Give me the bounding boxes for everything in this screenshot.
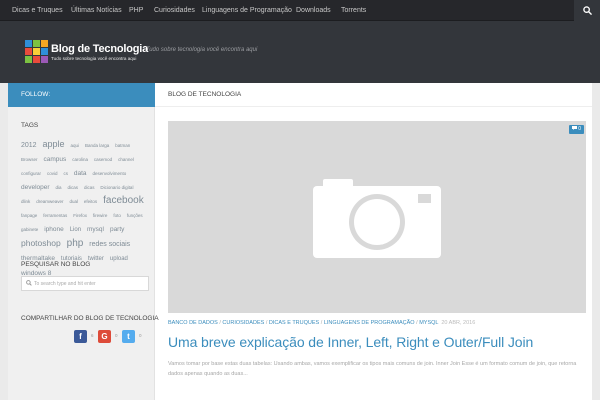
tag-link[interactable]: Banda larga: [85, 143, 109, 148]
sidebar: FOLLOW: TAGS 2012 apple aqui Banda larga…: [8, 83, 159, 400]
post-category[interactable]: BANCO DE DADOS: [168, 320, 218, 326]
post-title[interactable]: Uma breve explicação de Inner, Left, Rig…: [168, 334, 533, 350]
content-wrapper: FOLLOW: TAGS 2012 apple aqui Banda larga…: [8, 83, 592, 400]
tag-link[interactable]: iphone: [44, 226, 64, 233]
comment-icon: [571, 126, 577, 131]
main-heading-bar: BLOG DE TECNOLOGIA: [155, 83, 592, 107]
twitter-share-button[interactable]: t: [122, 330, 135, 343]
post-excerpt: Vamos tomar por base estas duas tabelas:…: [168, 361, 577, 377]
tag-link[interactable]: campus: [43, 156, 66, 163]
facebook-share-count: 6: [91, 333, 94, 338]
site-tagline: Tudo sobre tecnologia você encontra aqui: [146, 47, 258, 53]
brand-title[interactable]: Blog de Tecnologia: [51, 43, 148, 55]
tag-link[interactable]: dicas: [84, 185, 95, 190]
tag-link[interactable]: developer: [21, 184, 50, 191]
tag-link[interactable]: dia: [56, 185, 62, 190]
follow-bar: FOLLOW:: [8, 83, 155, 107]
tag-link[interactable]: Firefox: [73, 213, 87, 218]
tag-link[interactable]: party: [110, 226, 124, 233]
nav-item-curiosidades[interactable]: Curiosidades: [154, 0, 195, 21]
tag-link[interactable]: desenvolvimento: [93, 171, 127, 176]
tag-link[interactable]: photoshop: [21, 238, 61, 248]
tag-link[interactable]: upload: [110, 256, 128, 262]
tag-link[interactable]: casemod: [94, 157, 112, 162]
top-search-button[interactable]: [574, 0, 600, 21]
brand-subtitle: Tudo sobre tecnologia você encontra aqui: [51, 56, 137, 61]
comment-count: 0: [578, 126, 582, 132]
comment-count-badge[interactable]: 0: [569, 125, 584, 134]
share-widget-title: COMPARTILHAR DO BLOG DE TECNOLOGIA: [21, 315, 159, 322]
nav-item-dicas[interactable]: Dicas e Truques: [12, 0, 63, 21]
nav-item-downloads[interactable]: Downloads: [296, 0, 331, 21]
facebook-share-button[interactable]: f: [74, 330, 87, 343]
search-widget-title: PESQUISAR NO BLOG: [21, 261, 91, 268]
sidebar-search-box: [21, 276, 149, 291]
tag-link[interactable]: dual: [69, 199, 78, 204]
tag-link[interactable]: 2012: [21, 142, 37, 149]
tag-link[interactable]: channel: [118, 157, 134, 162]
tag-link[interactable]: apple: [43, 139, 65, 149]
tag-link[interactable]: batman: [115, 143, 130, 148]
search-icon: [582, 6, 592, 15]
tag-link[interactable]: fanpage: [21, 213, 37, 218]
post-thumbnail[interactable]: 0: [168, 121, 586, 313]
tag-link[interactable]: ferramentas: [43, 213, 67, 218]
tag-link[interactable]: funções: [127, 213, 143, 218]
tag-link[interactable]: dicas: [67, 185, 78, 190]
tag-link[interactable]: foto: [113, 213, 121, 218]
tag-link[interactable]: configurar: [21, 171, 41, 176]
tag-link[interactable]: dreamweaver: [36, 199, 63, 204]
tag-link[interactable]: Browser: [21, 157, 38, 162]
nav-item-php[interactable]: PHP: [129, 0, 143, 21]
tag-link[interactable]: firewire: [93, 213, 108, 218]
site-header: Blog de Tecnologia Tudo sobre tecnologia…: [0, 21, 600, 83]
post-meta: BANCO DE DADOS / CURIOSIDADES / DICAS E …: [168, 320, 476, 326]
tag-link[interactable]: redes sociais: [89, 241, 130, 248]
post-date: 20 ABR, 2016: [441, 320, 476, 326]
post-category[interactable]: DICAS E TRUQUES: [269, 320, 319, 326]
google-plus-share-button[interactable]: G: [98, 330, 111, 343]
google-plus-share-count: 0: [115, 333, 118, 338]
camera-icon: [313, 179, 441, 258]
main-heading: BLOG DE TECNOLOGIA: [168, 91, 242, 98]
top-navigation: Dicas e Truques Últimas Notícias PHP Cur…: [0, 0, 600, 21]
cube-logo-icon[interactable]: [24, 39, 49, 64]
sidebar-search-input[interactable]: [34, 277, 146, 290]
tag-link[interactable]: covid: [47, 171, 58, 176]
post-category[interactable]: MYSQL: [419, 320, 438, 326]
tag-link[interactable]: efeitos: [84, 199, 97, 204]
tag-link[interactable]: aqui: [71, 143, 80, 148]
tag-cloud: 2012 apple aqui Banda larga batman Brows…: [21, 137, 147, 279]
nav-item-linguagens[interactable]: Linguagens de Programação: [202, 0, 292, 21]
tag-link[interactable]: gabinete: [21, 227, 38, 232]
follow-label: FOLLOW:: [21, 91, 51, 98]
nav-item-ultimas-noticias[interactable]: Últimas Notícias: [71, 0, 122, 21]
twitter-share-count: 0: [139, 333, 142, 338]
post-category[interactable]: CURIOSIDADES: [222, 320, 264, 326]
tag-link[interactable]: Lion: [70, 227, 81, 233]
tag-link[interactable]: cs: [63, 171, 68, 176]
tag-link[interactable]: facebook: [103, 195, 144, 206]
tag-link[interactable]: data: [74, 170, 87, 177]
tag-link[interactable]: dlink: [21, 199, 30, 204]
tag-link[interactable]: mysql: [87, 226, 104, 233]
tag-link[interactable]: php: [67, 238, 84, 249]
tag-link[interactable]: Dicionario digital: [100, 185, 133, 190]
nav-item-torrents[interactable]: Torrents: [341, 0, 366, 21]
tag-link[interactable]: carolina: [72, 157, 88, 162]
search-icon: [26, 280, 32, 286]
tags-title: TAGS: [21, 122, 39, 129]
post-category[interactable]: LINGUAGENS DE PROGRAMAÇÃO: [324, 320, 415, 326]
